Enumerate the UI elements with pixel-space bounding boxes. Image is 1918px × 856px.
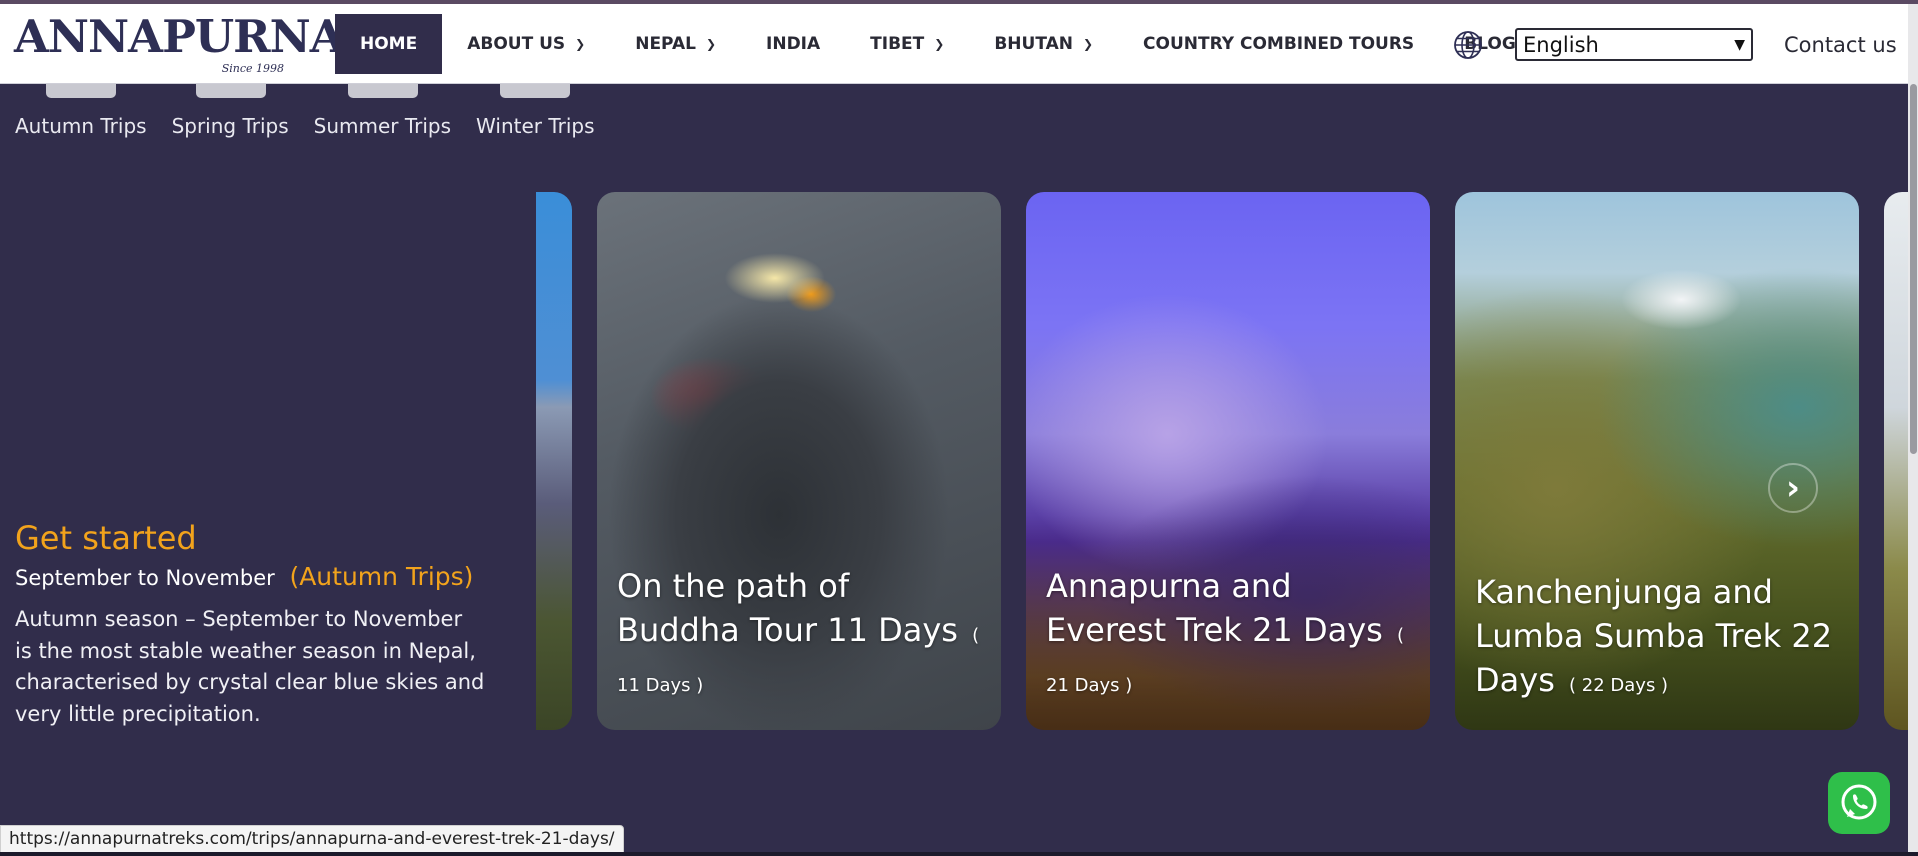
tab-winter-trips[interactable]: Winter Trips: [476, 114, 594, 138]
winter-icon: [500, 84, 570, 98]
section-heading: Get started: [15, 519, 197, 557]
carousel-next-button[interactable]: ›: [1768, 463, 1818, 513]
spring-icon: [196, 84, 266, 98]
nav-india-label: INDIA: [766, 34, 821, 54]
season-tabs: Autumn Trips Spring Trips Summer Trips W…: [15, 114, 595, 138]
trip-card[interactable]: Annapurna and Everest Trek 21 Days ( 21 …: [1026, 192, 1430, 730]
trip-title-wrap: Annapurna and Everest Trek 21 Days ( 21 …: [1046, 564, 1410, 708]
nav-about-us[interactable]: ABOUT US ❯: [442, 14, 610, 74]
season-range: September to November (Autumn Trips): [15, 562, 473, 591]
nav-home-label: HOME: [360, 34, 418, 54]
site-header: ANNAPURNA Since 1998 HOME ABOUT US ❯ NEP…: [0, 4, 1908, 84]
nav-country-combined-tours-label: COUNTRY COMBINED TOURS: [1143, 34, 1415, 54]
nav-nepal-label: NEPAL: [635, 34, 696, 54]
summer-icon: [348, 84, 418, 98]
status-bar-url: https://annapurnatreks.com/trips/annapur…: [0, 825, 624, 853]
chevron-down-icon: ❯: [1082, 37, 1094, 51]
trip-title-wrap: On the path of Buddha Tour 11 Days ( 11 …: [617, 564, 981, 708]
bottom-border: [0, 852, 1918, 856]
tab-summer-trips[interactable]: Summer Trips: [314, 114, 451, 138]
nav-bhutan-label: BHUTAN: [994, 34, 1073, 54]
chevron-right-icon: ›: [1785, 468, 1800, 508]
nav-bhutan[interactable]: BHUTAN ❯: [969, 14, 1118, 74]
nav-about-us-label: ABOUT US: [467, 34, 566, 54]
contact-link[interactable]: Contact us: [1784, 33, 1897, 57]
season-description: Autumn season – September to November is…: [15, 607, 485, 726]
chevron-down-icon: ▼: [1734, 36, 1745, 53]
tab-autumn-trips[interactable]: Autumn Trips: [15, 114, 147, 138]
nav-tibet-label: TIBET: [870, 34, 925, 54]
trip-title-wrap: Kanchenjunga and Lumba Sumba Trek 22 Day…: [1475, 570, 1839, 708]
nav-nepal[interactable]: NEPAL ❯: [610, 14, 741, 74]
language-select-value: English: [1523, 32, 1599, 57]
season-months: September to November: [15, 566, 275, 590]
trip-card-partial[interactable]: [536, 192, 572, 730]
season-label: (Autumn Trips): [289, 562, 474, 591]
tab-spring-trips[interactable]: Spring Trips: [172, 114, 289, 138]
chevron-down-icon: ❯: [934, 37, 945, 51]
logo-text: ANNAPURNA: [14, 10, 345, 63]
nav-india[interactable]: INDIA: [741, 14, 845, 74]
scrollbar-thumb[interactable]: [1910, 84, 1917, 454]
nav-tibet[interactable]: TIBET ❯: [845, 14, 969, 74]
site-logo[interactable]: ANNAPURNA Since 1998: [14, 10, 345, 76]
trip-title: Annapurna and Everest Trek 21 Days: [1046, 567, 1383, 649]
whatsapp-button[interactable]: [1828, 772, 1890, 834]
autumn-icon: [46, 84, 116, 98]
nav-home[interactable]: HOME: [335, 14, 443, 74]
trip-title: On the path of Buddha Tour 11 Days: [617, 567, 958, 649]
language-select[interactable]: English ▼: [1515, 28, 1753, 61]
nav-country-combined-tours[interactable]: COUNTRY COMBINED TOURS: [1118, 14, 1439, 74]
chevron-down-icon: ❯: [705, 37, 717, 51]
logo-tagline: Since 1998: [221, 62, 284, 75]
trip-card[interactable]: Kanchenjunga and Lumba Sumba Trek 22 Day…: [1455, 192, 1859, 730]
chevron-down-icon: ❯: [575, 37, 586, 51]
trip-card[interactable]: On the path of Buddha Tour 11 Days ( 11 …: [597, 192, 1001, 730]
trip-duration: ( 22 Days ): [1569, 675, 1669, 696]
globe-icon[interactable]: [1452, 29, 1484, 61]
main-nav: HOME ABOUT US ❯ NEPAL ❯ INDIA TIBET ❯ BH…: [335, 14, 1541, 74]
whatsapp-icon: [1841, 784, 1877, 820]
